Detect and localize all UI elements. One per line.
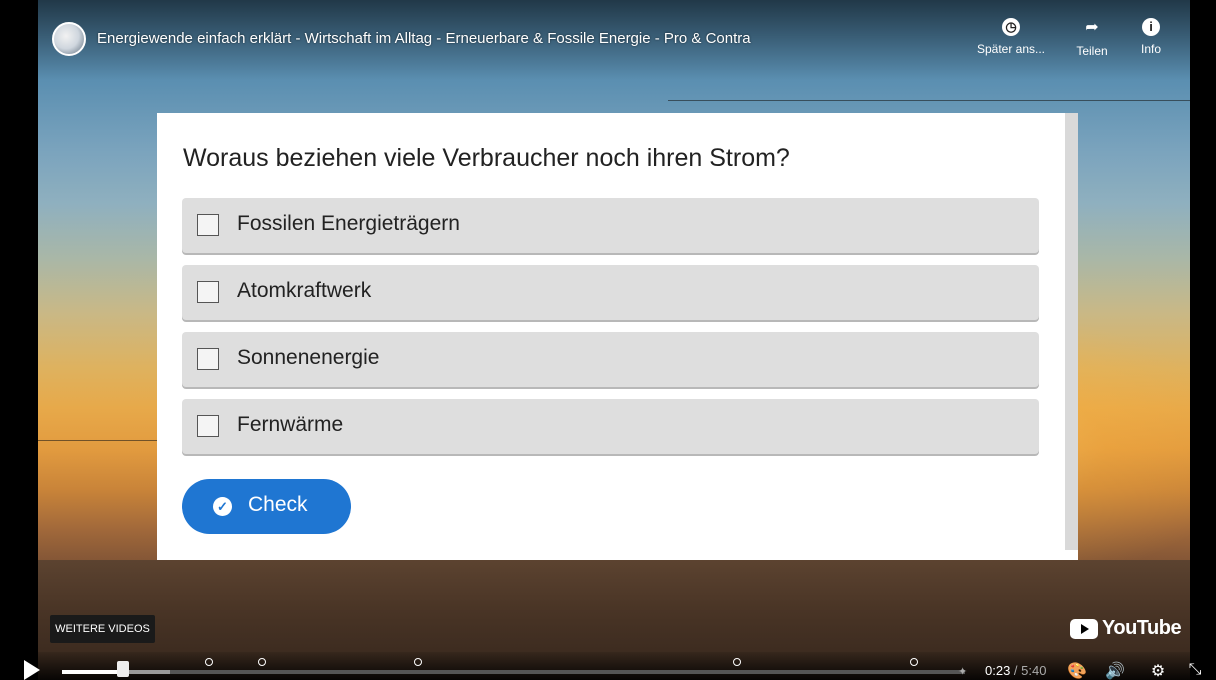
answer-option[interactable]: Fernwärme	[182, 399, 1039, 454]
clock-icon: ◷	[1002, 18, 1020, 36]
play-icon[interactable]	[24, 660, 40, 680]
check-circle-icon: ✓	[213, 497, 232, 516]
answer-checkbox[interactable]	[197, 415, 219, 437]
duration: 5:40	[1021, 663, 1047, 678]
answer-checkbox[interactable]	[197, 214, 219, 236]
check-button[interactable]: ✓ Check	[182, 479, 351, 534]
youtube-wordmark: YouTube	[1102, 617, 1182, 640]
power-line	[38, 440, 158, 441]
watch-later-button[interactable]: ◷ Später ans...	[975, 18, 1047, 56]
video-player[interactable]: Energiewende einfach erklärt - Wirtschaf…	[0, 0, 1216, 680]
progress-played	[62, 670, 124, 674]
power-line	[668, 100, 1190, 101]
settings-gear-icon[interactable]: ⚙	[1147, 661, 1169, 680]
answer-option[interactable]: Sonnenenergie	[182, 332, 1039, 387]
quiz-question: Woraus beziehen viele Verbraucher noch i…	[183, 144, 790, 172]
share-button[interactable]: ➦ Teilen	[1071, 18, 1113, 58]
answer-option[interactable]: Atomkraftwerk	[182, 265, 1039, 320]
more-videos-button[interactable]: WEITERE VIDEOS	[50, 615, 155, 643]
watch-later-label: Später ans...	[976, 42, 1046, 56]
share-icon: ➦	[1085, 19, 1099, 36]
time-separator: /	[1010, 663, 1022, 678]
channel-avatar[interactable]	[52, 22, 86, 56]
info-label: Info	[1140, 42, 1161, 56]
answer-label: Atomkraftwerk	[237, 279, 372, 302]
palette-icon[interactable]: 🎨	[1066, 661, 1088, 680]
current-time: 0:23	[985, 663, 1011, 678]
volume-icon[interactable]: 🔊	[1104, 661, 1126, 680]
answer-label: Sonnenenergie	[237, 346, 380, 369]
answer-option[interactable]: Fossilen Energieträgern	[182, 198, 1039, 253]
share-label: Teilen	[1076, 44, 1108, 58]
progress-bar[interactable]	[62, 670, 965, 674]
answer-label: Fernwärme	[237, 413, 344, 436]
video-title[interactable]: Energiewende einfach erklärt - Wirtschaf…	[97, 30, 751, 47]
quiz-scrollbar[interactable]	[1065, 113, 1078, 550]
check-label: Check	[248, 493, 308, 516]
youtube-play-icon	[1070, 618, 1098, 639]
time-display: 0:23 / 5:40	[985, 663, 1046, 678]
chapter-marker[interactable]	[413, 658, 422, 666]
youtube-logo[interactable]: YouTube	[1070, 617, 1182, 643]
chapter-marker[interactable]	[909, 658, 918, 666]
exit-fullscreen-icon[interactable]: ⤡	[1184, 661, 1206, 679]
end-marker-icon: ✦	[958, 666, 968, 678]
answer-checkbox[interactable]	[197, 281, 219, 303]
answer-checkbox[interactable]	[197, 348, 219, 370]
info-button[interactable]: i Info	[1136, 18, 1166, 56]
quiz-panel: Woraus beziehen viele Verbraucher noch i…	[157, 113, 1078, 560]
progress-scrubber[interactable]	[117, 661, 130, 677]
info-icon: i	[1142, 18, 1160, 36]
answer-label: Fossilen Energieträgern	[237, 212, 460, 235]
